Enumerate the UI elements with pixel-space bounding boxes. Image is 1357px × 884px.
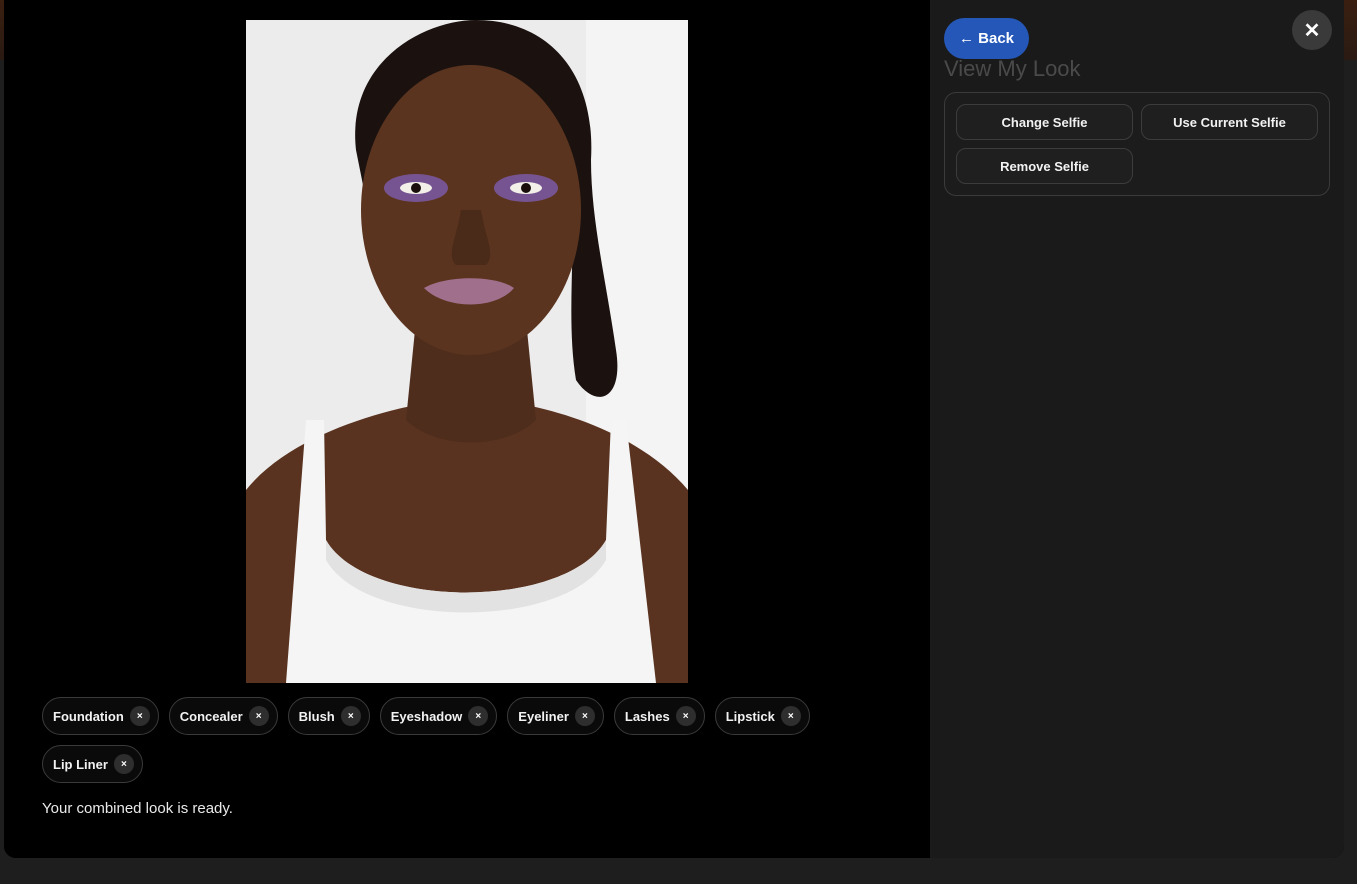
product-chip-label: Foundation xyxy=(53,708,124,724)
use-current-selfie-button[interactable]: Use Current Selfie xyxy=(1141,104,1318,140)
product-chip-lashes: Lashes × xyxy=(613,697,705,735)
remove-lipstick-button[interactable]: × xyxy=(780,706,801,726)
applied-products-list: Foundation × Concealer × Blush × Eyeshad… xyxy=(42,697,902,783)
back-button[interactable]: ← Back xyxy=(944,18,1029,59)
remove-concealer-button[interactable]: × xyxy=(248,706,269,726)
remove-foundation-button[interactable]: × xyxy=(129,706,150,726)
product-chip-lip-liner: Lip Liner × xyxy=(42,745,143,783)
product-chip-eyeshadow: Eyeshadow × xyxy=(379,697,498,735)
product-chip-eyeliner: Eyeliner × xyxy=(507,697,604,735)
look-side-panel: ← Back View My Look ✕ Change Selfie Use … xyxy=(930,0,1344,858)
product-chip-label: Lipstick xyxy=(725,708,775,724)
panel-title: View My Look xyxy=(944,56,1081,81)
product-chip-label: Blush xyxy=(298,708,335,724)
portrait-illustration xyxy=(246,20,688,683)
change-selfie-button[interactable]: Change Selfie xyxy=(956,104,1133,140)
remove-blush-button[interactable]: × xyxy=(340,706,361,726)
remove-eyeliner-button[interactable]: × xyxy=(574,706,595,726)
product-chip-label: Lip Liner xyxy=(53,756,108,772)
product-chip-label: Concealer xyxy=(179,708,243,724)
remove-eyeshadow-button[interactable]: × xyxy=(468,706,489,726)
product-chip-label: Eyeshadow xyxy=(390,708,463,724)
product-chip-foundation: Foundation × xyxy=(42,697,159,735)
product-chip-concealer: Concealer × xyxy=(168,697,278,735)
look-modal: Foundation × Concealer × Blush × Eyeshad… xyxy=(4,0,1344,858)
product-chip-lipstick: Lipstick × xyxy=(714,697,810,735)
product-chip-label: Lashes xyxy=(624,708,670,724)
status-message: Your combined look is ready. xyxy=(42,800,233,817)
product-chip-label: Eyeliner xyxy=(518,708,569,724)
remove-lashes-button[interactable]: × xyxy=(675,706,696,726)
preview-stage: Foundation × Concealer × Blush × Eyeshad… xyxy=(4,0,930,858)
close-icon[interactable]: ✕ xyxy=(1292,10,1332,50)
remove-lip-liner-button[interactable]: × xyxy=(113,754,134,774)
product-chip-blush: Blush × xyxy=(287,697,370,735)
remove-selfie-button[interactable]: Remove Selfie xyxy=(956,148,1133,184)
selfie-actions-card: Change Selfie Use Current Selfie Remove … xyxy=(944,92,1330,196)
selfie-preview-image xyxy=(246,20,688,683)
